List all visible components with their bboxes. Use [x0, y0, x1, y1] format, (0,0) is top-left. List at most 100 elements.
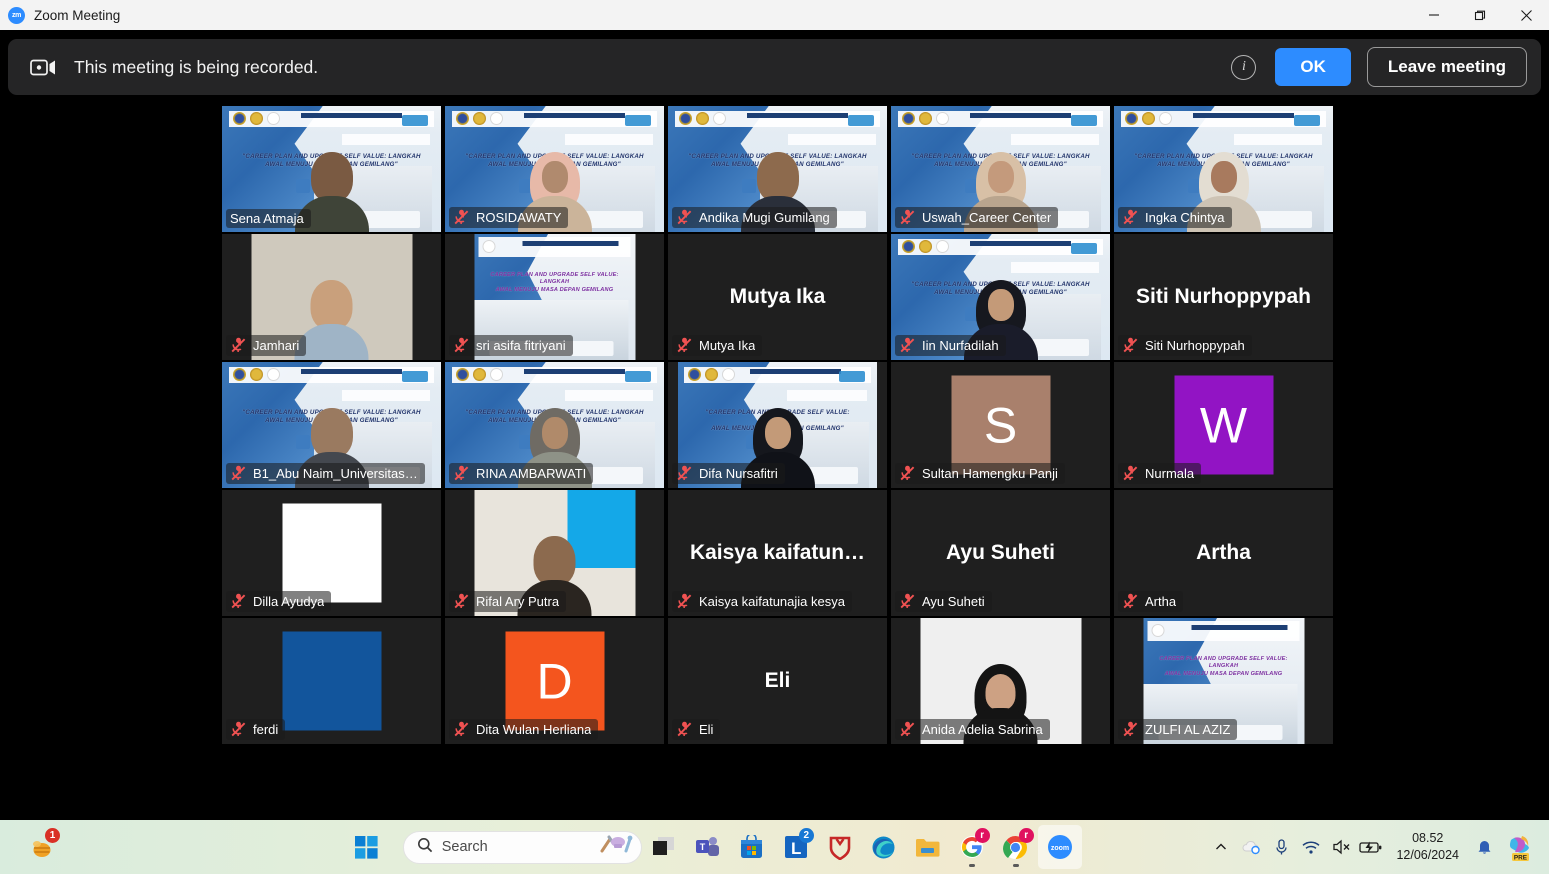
minimize-button[interactable]: [1411, 0, 1457, 30]
participant-tile[interactable]: "CAREER PLAN AND UPGRADE SELF VALUE: LAN…: [220, 361, 443, 489]
bell-icon[interactable]: [1469, 825, 1499, 869]
participant-video-tile[interactable]: "CAREER PLAN AND UPGRADE SELF VALUE: LAN…: [445, 362, 664, 488]
record-camera-icon: [30, 58, 57, 77]
close-button[interactable]: [1503, 0, 1549, 30]
participant-name: Ingka Chintya: [1145, 210, 1225, 225]
participant-tile[interactable]: W Nurmala: [1112, 361, 1335, 489]
shield-icon[interactable]: [818, 825, 862, 869]
participant-name: Andika Mugi Gumilang: [699, 210, 830, 225]
participant-tile[interactable]: ferdi: [220, 617, 443, 745]
cooking-widget-icon[interactable]: [599, 834, 633, 861]
participant-video-tile[interactable]: ferdi: [222, 618, 441, 744]
participant-video-tile[interactable]: Anida Adelia Sabrina: [891, 618, 1110, 744]
participant-video-tile[interactable]: Rifal Ary Putra: [445, 490, 664, 616]
google-icon[interactable]: r: [950, 825, 994, 869]
microphone-icon[interactable]: [1266, 825, 1296, 869]
muted-microphone-icon: [453, 721, 470, 738]
participant-tile[interactable]: Artha Artha: [1112, 489, 1335, 617]
participant-tile[interactable]: "CAREER PLAN AND UPGRADE SELF VALUE: LAN…: [443, 105, 666, 233]
restore-button[interactable]: [1457, 0, 1503, 30]
taskbar-center: Search T L 2 r r zoom: [220, 825, 1206, 869]
participant-tile[interactable]: Ayu Suheti Ayu Suheti: [889, 489, 1112, 617]
ok-button[interactable]: OK: [1275, 48, 1351, 86]
participant-avatar: S: [951, 375, 1050, 475]
taskbar-search-box[interactable]: Search: [402, 830, 642, 864]
copilot-pre-icon[interactable]: PRE: [1499, 825, 1539, 869]
participant-name: Kaisya kaifatunajia kesya: [699, 594, 845, 609]
edge-icon[interactable]: [862, 825, 906, 869]
participant-name-label: Nurmala: [1118, 463, 1202, 484]
participant-tile[interactable]: Jamhari: [220, 233, 443, 361]
participant-video-tile[interactable]: "CAREER PLAN AND UPGRADE SELF VALUE: LAN…: [445, 106, 664, 232]
chevron-up-icon[interactable]: [1206, 825, 1236, 869]
participant-video-tile[interactable]: Jamhari: [222, 234, 441, 360]
participant-video-tile[interactable]: CAREER PLAN AND UPGRADE SELF VALUE: LANG…: [445, 234, 664, 360]
muted-microphone-icon: [676, 465, 693, 482]
participant-video-tile[interactable]: Ayu Suheti Ayu Suheti: [891, 490, 1110, 616]
participant-name-label: Anida Adelia Sabrina: [895, 719, 1050, 740]
participant-tile[interactable]: Kaisya kaifatun… Kaisya kaifatunajia kes…: [666, 489, 889, 617]
participant-tile[interactable]: CAREER PLAN AND UPGRADE SELF VALUE: LANG…: [443, 233, 666, 361]
leave-meeting-button[interactable]: Leave meeting: [1366, 47, 1527, 87]
participant-video-tile[interactable]: Eli Eli: [668, 618, 887, 744]
participant-tile[interactable]: "CAREER PLAN AND UPGRADE SELF VALUE: LAN…: [666, 105, 889, 233]
taskbar-clock[interactable]: 08.52 12/06/2024: [1386, 830, 1469, 864]
participant-tile[interactable]: D Dita Wulan Herliana: [443, 617, 666, 745]
task-view-icon[interactable]: [642, 825, 686, 869]
participant-video-tile[interactable]: D Dita Wulan Herliana: [445, 618, 664, 744]
muted-microphone-icon: [899, 337, 916, 354]
speaker-mute-icon[interactable]: [1326, 825, 1356, 869]
participant-tile[interactable]: Dilla Ayudya: [220, 489, 443, 617]
participant-tile[interactable]: "CAREER PLAN AND UPGRADE SELF VALUE: LAN…: [889, 105, 1112, 233]
participant-tile[interactable]: Mutya Ika Mutya Ika: [666, 233, 889, 361]
participant-video-tile[interactable]: "CAREER PLAN AND UPGRADE SELF VALUE: LAN…: [222, 106, 441, 232]
linkedin-icon[interactable]: L 2: [774, 825, 818, 869]
participant-video-tile[interactable]: W Nurmala: [1114, 362, 1333, 488]
participant-video-tile[interactable]: S Sultan Hamengku Panji: [891, 362, 1110, 488]
bee-notification-icon[interactable]: 1: [20, 825, 64, 869]
battery-charging-icon[interactable]: [1356, 825, 1386, 869]
linkedin-badge: 2: [798, 828, 814, 843]
muted-microphone-icon: [676, 337, 693, 354]
info-icon[interactable]: i: [1231, 54, 1257, 80]
participant-tile[interactable]: Rifal Ary Putra: [443, 489, 666, 617]
participant-tile[interactable]: S Sultan Hamengku Panji: [889, 361, 1112, 489]
muted-microphone-icon: [1122, 721, 1139, 738]
participant-name: ZULFI AL AZIZ: [1145, 722, 1231, 737]
participant-tile[interactable]: CAREER PLAN AND UPGRADE SELF VALUE: LANG…: [1112, 617, 1335, 745]
microsoft-store-icon[interactable]: [730, 825, 774, 869]
participant-tile[interactable]: "CAREER PLAN AND UPGRADE SELF VALUE: LAN…: [666, 361, 889, 489]
participant-video-tile[interactable]: Siti Nurhoppypah Siti Nurhoppypah: [1114, 234, 1333, 360]
participant-name-label: Uswah_Career Center: [895, 207, 1059, 228]
teams-icon[interactable]: T: [686, 825, 730, 869]
chrome-icon[interactable]: r: [994, 825, 1038, 869]
participant-tile[interactable]: "CAREER PLAN AND UPGRADE SELF VALUE: LAN…: [220, 105, 443, 233]
participant-video-tile[interactable]: Mutya Ika Mutya Ika: [668, 234, 887, 360]
participant-video-tile[interactable]: "CAREER PLAN AND UPGRADE SELF VALUE: LAN…: [891, 106, 1110, 232]
participant-video-tile[interactable]: "CAREER PLAN AND UPGRADE SELF VALUE: LAN…: [222, 362, 441, 488]
windows-start-icon[interactable]: [345, 825, 389, 869]
system-tray: 08.52 12/06/2024 PRE: [1206, 825, 1549, 869]
muted-microphone-icon: [453, 209, 470, 226]
participant-video-tile[interactable]: "CAREER PLAN AND UPGRADE SELF VALUE: LAN…: [668, 106, 887, 232]
participant-tile[interactable]: Anida Adelia Sabrina: [889, 617, 1112, 745]
svg-text:PRE: PRE: [1514, 854, 1528, 861]
taskbar-left: 1: [0, 825, 220, 869]
folder-icon[interactable]: [906, 825, 950, 869]
zoom-app-icon[interactable]: zoom: [1037, 825, 1082, 869]
participant-tile[interactable]: "CAREER PLAN AND UPGRADE SELF VALUE: LAN…: [889, 233, 1112, 361]
participant-tile[interactable]: "CAREER PLAN AND UPGRADE SELF VALUE: LAN…: [443, 361, 666, 489]
search-input[interactable]: Search: [442, 839, 590, 855]
participant-tile[interactable]: Eli Eli: [666, 617, 889, 745]
participant-video-tile[interactable]: "CAREER PLAN AND UPGRADE SELF VALUE: LAN…: [1114, 106, 1333, 232]
participant-video-tile[interactable]: Artha Artha: [1114, 490, 1333, 616]
participant-video-tile[interactable]: "CAREER PLAN AND UPGRADE SELF VALUE: LAN…: [891, 234, 1110, 360]
participant-video-tile[interactable]: Dilla Ayudya: [222, 490, 441, 616]
cloud-sync-icon[interactable]: [1236, 825, 1266, 869]
participant-video-tile[interactable]: Kaisya kaifatun… Kaisya kaifatunajia kes…: [668, 490, 887, 616]
participant-video-tile[interactable]: CAREER PLAN AND UPGRADE SELF VALUE: LANG…: [1114, 618, 1333, 744]
participant-tile[interactable]: Siti Nurhoppypah Siti Nurhoppypah: [1112, 233, 1335, 361]
wifi-icon[interactable]: [1296, 825, 1326, 869]
participant-tile[interactable]: "CAREER PLAN AND UPGRADE SELF VALUE: LAN…: [1112, 105, 1335, 233]
participant-video-tile[interactable]: "CAREER PLAN AND UPGRADE SELF VALUE: LAN…: [668, 362, 887, 488]
